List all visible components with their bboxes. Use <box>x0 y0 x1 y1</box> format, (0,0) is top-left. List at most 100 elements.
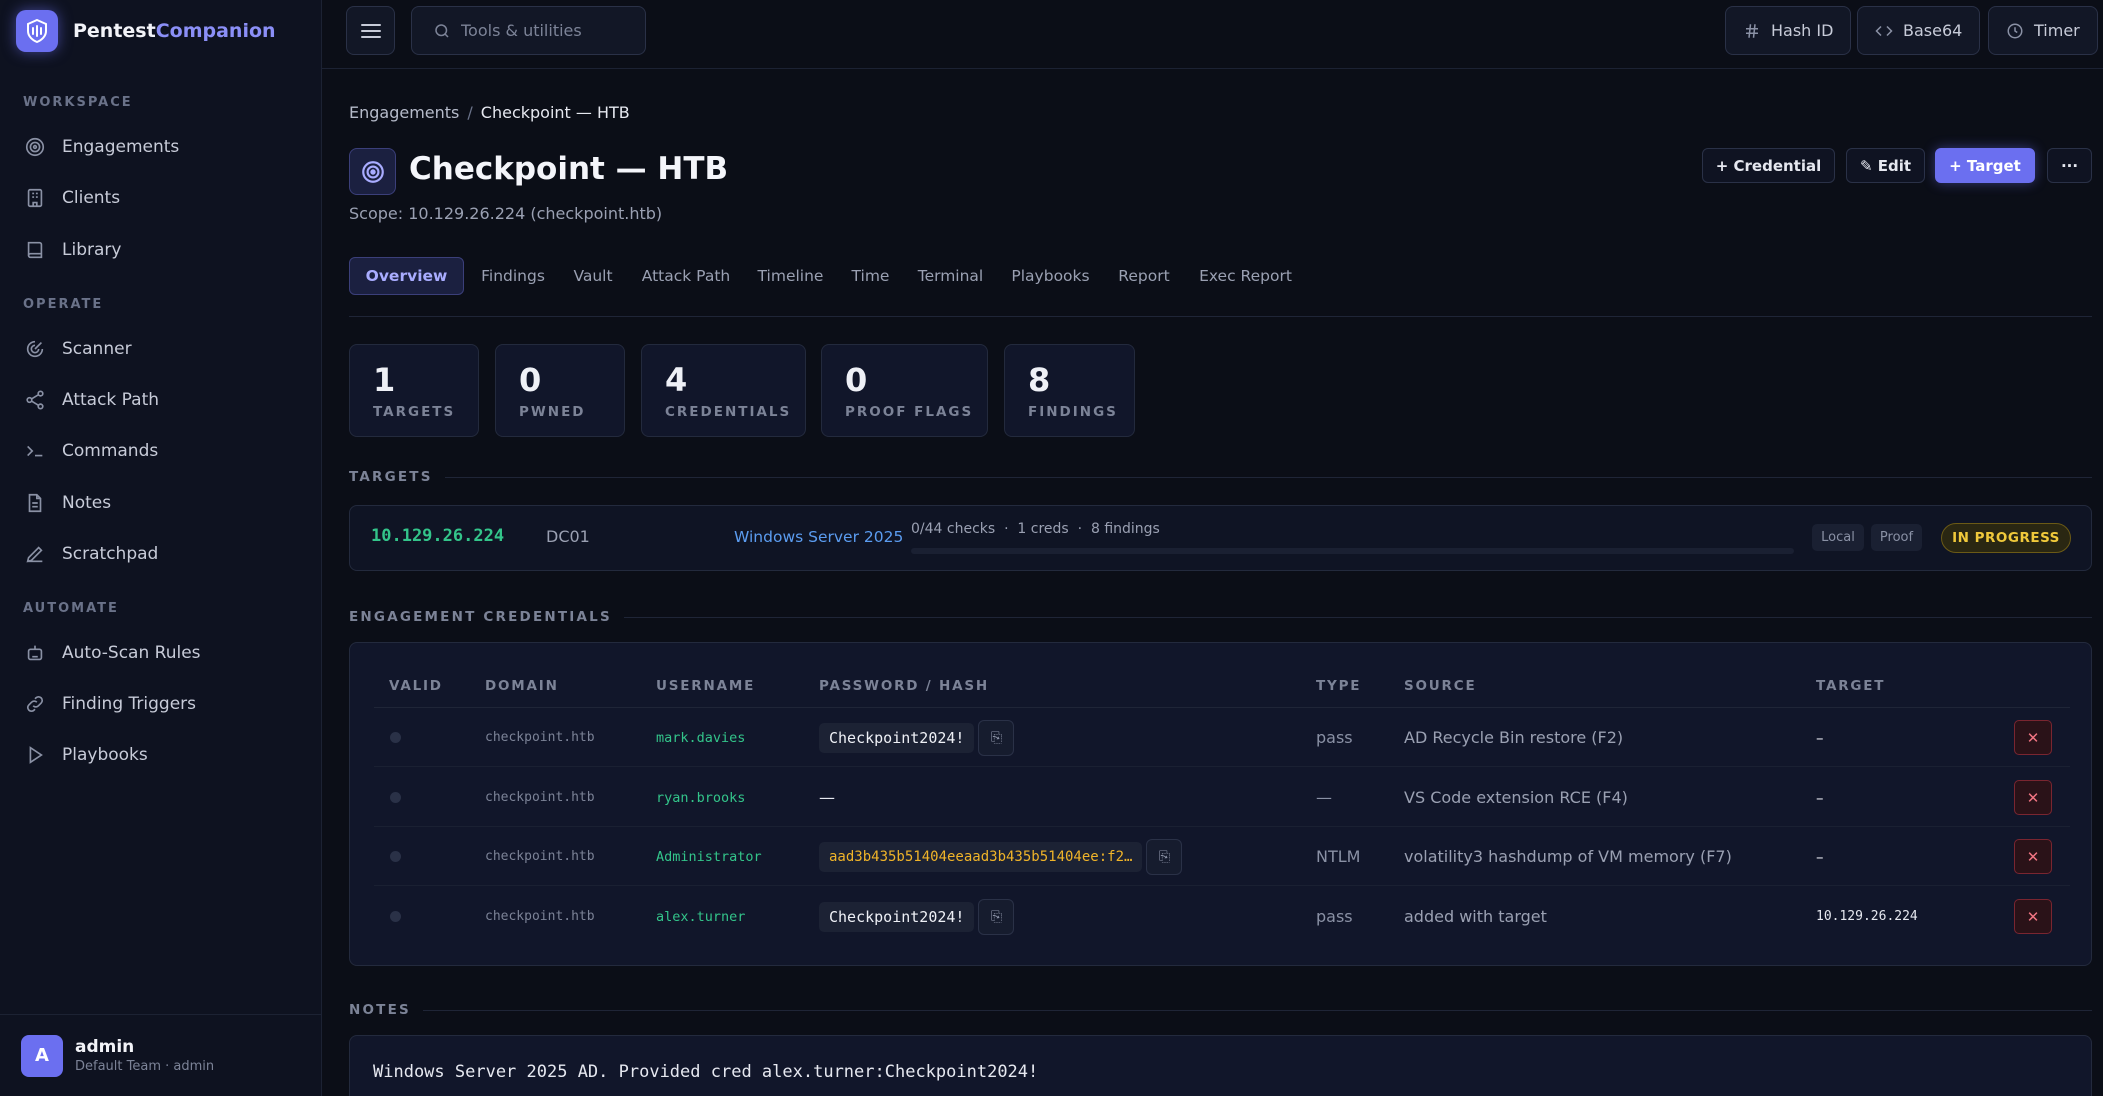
radar-icon <box>26 340 44 358</box>
share-icon <box>26 390 44 410</box>
notes-panel[interactable]: Windows Server 2025 AD. Provided cred al… <box>349 1035 2092 1096</box>
hash-id-button[interactable]: Hash ID <box>1725 6 1852 55</box>
sidebar-item-label: Commands <box>62 441 159 461</box>
copy-button[interactable]: ⎘ <box>1146 838 1183 875</box>
delete-credential-button[interactable]: ✕ <box>2014 899 2052 934</box>
code-icon <box>1875 25 1893 36</box>
valid-indicator[interactable] <box>390 851 401 862</box>
delete-credential-button[interactable]: ✕ <box>2014 839 2052 874</box>
sidebar: PentestCompanion WORKSPACE Engagements C… <box>0 0 322 1096</box>
target-meta: 0/44 checks · 1 creds · 8 findings <box>911 521 1160 537</box>
copy-button[interactable]: ⎘ <box>978 719 1015 756</box>
stat-value: 1 <box>373 361 396 399</box>
tab-findings[interactable]: Findings <box>473 257 553 295</box>
sidebar-item-scratchpad[interactable]: Scratchpad <box>24 536 158 572</box>
sidebar-item-clients[interactable]: Clients <box>24 180 120 216</box>
breadcrumb-parent-link[interactable]: Engagements <box>349 103 459 122</box>
cred-domain: checkpoint.htb <box>485 730 595 745</box>
status-badge: IN PROGRESS <box>1941 523 2071 553</box>
sidebar-item-notes[interactable]: Notes <box>24 485 111 521</box>
stat-value: 8 <box>1028 361 1051 399</box>
breadcrumb-separator: / <box>467 103 473 122</box>
target-icon <box>25 137 45 157</box>
page-title: Checkpoint — HTB <box>409 151 729 187</box>
cred-target: – <box>1816 847 1824 866</box>
table-row: checkpoint.htb alex.turner Checkpoint202… <box>374 887 2070 946</box>
cred-type: pass <box>1316 907 1353 926</box>
col-domain: DOMAIN <box>485 678 559 694</box>
link-icon <box>26 695 44 713</box>
search-input[interactable] <box>461 21 631 40</box>
cred-target: – <box>1816 788 1824 807</box>
cred-type: NTLM <box>1316 847 1361 866</box>
pencil-icon <box>26 546 43 563</box>
cred-secret[interactable]: aad3b435b51404eeaad3b435b51404ee:f2… <box>819 841 1143 872</box>
tab-overview[interactable]: Overview <box>349 257 464 295</box>
sidebar-item-library[interactable]: Library <box>24 232 121 268</box>
menu-toggle-button[interactable] <box>346 6 395 55</box>
tools-search[interactable] <box>411 6 646 55</box>
stat-label: TARGETS <box>373 404 456 420</box>
delete-credential-button[interactable]: ✕ <box>2014 720 2052 755</box>
cred-secret[interactable]: Checkpoint2024! <box>819 722 975 753</box>
cred-domain: checkpoint.htb <box>485 790 595 805</box>
copy-button[interactable]: ⎘ <box>978 898 1015 935</box>
cred-secret[interactable]: Checkpoint2024! <box>819 901 975 932</box>
target-ip[interactable]: 10.129.26.224 <box>371 526 504 546</box>
add-credential-button[interactable]: + Credential <box>1702 148 1835 183</box>
valid-indicator[interactable] <box>390 911 401 922</box>
add-target-button[interactable]: + Target <box>1935 148 2035 183</box>
notes-text: Windows Server 2025 AD. Provided cred al… <box>373 1062 1039 1082</box>
avatar: A <box>21 1034 63 1077</box>
stat-label: PROOF FLAGS <box>845 404 974 420</box>
cred-type: — <box>1316 788 1332 807</box>
tab-time[interactable]: Time <box>843 257 898 295</box>
valid-indicator[interactable] <box>390 732 401 743</box>
delete-credential-button[interactable]: ✕ <box>2014 780 2052 815</box>
sidebar-item-finding-triggers[interactable]: Finding Triggers <box>24 686 196 722</box>
tab-exec-report[interactable]: Exec Report <box>1189 257 1302 295</box>
stat-label: PWNED <box>519 404 586 420</box>
user-menu[interactable]: A admin Default Team · admin <box>0 1014 322 1096</box>
timer-button[interactable]: Timer <box>1988 6 2098 55</box>
cred-username: mark.davies <box>656 729 746 746</box>
tag-local: Local <box>1812 524 1864 551</box>
base64-button[interactable]: Base64 <box>1857 6 1981 55</box>
col-username: USERNAME <box>656 678 756 694</box>
stat-value: 0 <box>519 361 542 399</box>
cred-source: VS Code extension RCE (F4) <box>1404 788 1628 807</box>
sidebar-item-auto-scan-rules[interactable]: Auto-Scan Rules <box>24 635 201 671</box>
target-row[interactable]: 10.129.26.224 DC01 Windows Server 2025 0… <box>349 505 2092 571</box>
sidebar-item-engagements[interactable]: Engagements <box>24 129 179 165</box>
cred-source: volatility3 hashdump of VM memory (F7) <box>1404 847 1732 866</box>
cred-target: – <box>1816 728 1824 747</box>
sidebar-item-attack-path[interactable]: Attack Path <box>24 382 159 418</box>
sidebar-item-playbooks[interactable]: Playbooks <box>24 737 148 773</box>
sidebar-item-commands[interactable]: Commands <box>24 433 158 469</box>
stat-value: 4 <box>665 361 688 399</box>
nav-section-workspace: WORKSPACE <box>23 95 133 110</box>
sidebar-item-label: Engagements <box>62 137 180 157</box>
sidebar-item-scanner[interactable]: Scanner <box>24 331 132 367</box>
sidebar-item-label: Attack Path <box>62 390 160 410</box>
stat-value: 0 <box>845 361 868 399</box>
tab-timeline[interactable]: Timeline <box>747 257 834 295</box>
tab-report[interactable]: Report <box>1108 257 1180 295</box>
clock-icon <box>2007 23 2023 38</box>
brand-logo-icon <box>16 10 58 52</box>
brand[interactable]: PentestCompanion <box>16 10 276 52</box>
tab-terminal[interactable]: Terminal <box>907 257 994 295</box>
col-type: TYPE <box>1316 678 1362 694</box>
tab-attack-path[interactable]: Attack Path <box>634 257 738 295</box>
valid-indicator[interactable] <box>390 792 401 803</box>
search-icon <box>435 23 449 38</box>
cred-domain: checkpoint.htb <box>485 909 595 924</box>
more-actions-button[interactable]: ··· <box>2047 148 2092 183</box>
tab-playbooks[interactable]: Playbooks <box>1003 257 1098 295</box>
sidebar-item-label: Auto-Scan Rules <box>62 643 201 663</box>
engagement-scope: Scope: 10.129.26.224 (checkpoint.htb) <box>349 204 663 223</box>
engagement-tabs: Overview Findings Vault Attack Path Time… <box>349 257 2092 317</box>
edit-button[interactable]: ✎ Edit <box>1846 148 1925 183</box>
user-team: Default Team · admin <box>75 1059 215 1074</box>
tab-vault[interactable]: Vault <box>562 257 624 295</box>
